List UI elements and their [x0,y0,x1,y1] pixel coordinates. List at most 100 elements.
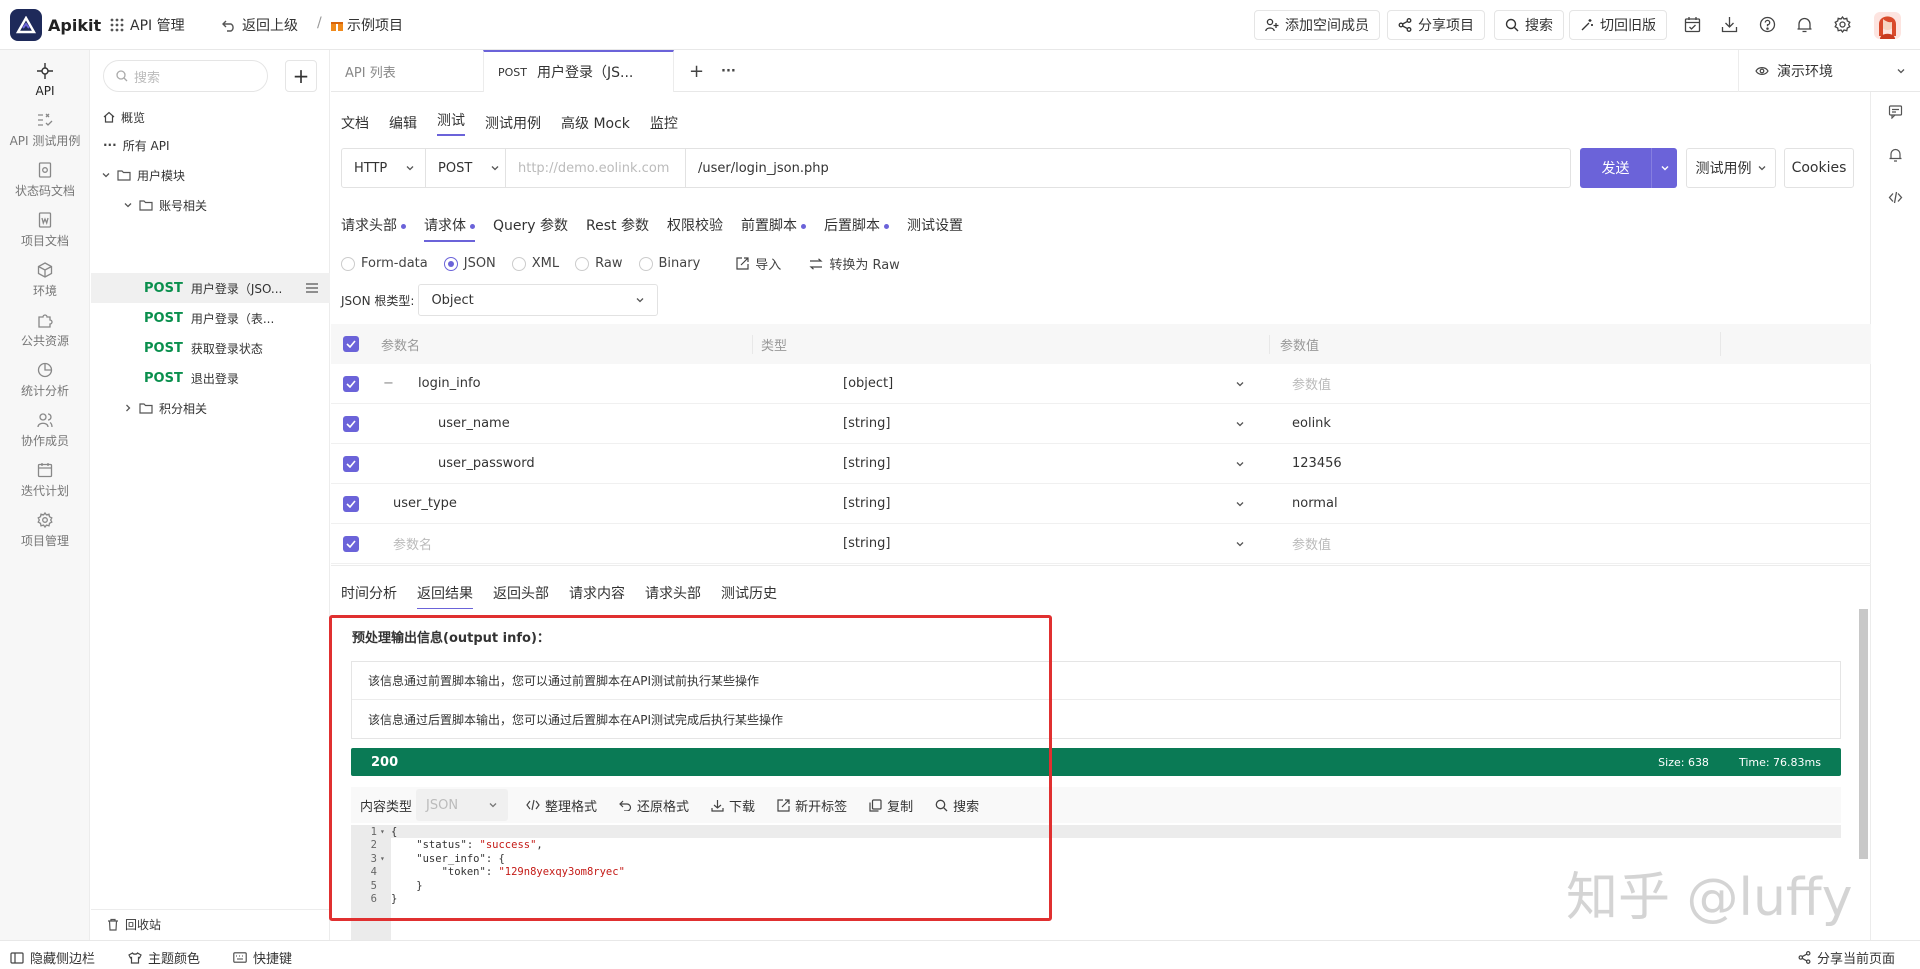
rail-item-project-management[interactable]: 项目管理 [0,512,90,549]
protocol-select[interactable]: HTTP [342,149,426,187]
rail-item-environment[interactable]: 环境 [0,262,90,299]
row-checkbox[interactable] [343,495,359,512]
chevron-down-icon[interactable] [1235,419,1245,429]
row-checkbox[interactable] [343,535,359,552]
environment-select[interactable]: 演示环境 [1738,50,1920,92]
host-input[interactable]: http://demo.eolink.com [506,149,686,187]
json-root-select[interactable]: Object [418,284,659,316]
param-name[interactable]: user_name [438,416,510,431]
rail-item-project-docs[interactable]: 项目文档 [0,212,90,249]
resulttab-response-headers[interactable]: 返回头部 [493,583,549,603]
reqtab-headers[interactable]: 请求头部 [341,215,406,235]
convert-to-raw-button[interactable]: 转换为 Raw [809,254,900,273]
download-icon[interactable] [1721,16,1738,33]
subtab-advanced-mock[interactable]: 高级 Mock [561,113,630,133]
search-response-button[interactable]: 搜索 [935,796,979,815]
copy-button[interactable]: 复制 [869,796,913,815]
param-type[interactable]: [object] [843,376,893,391]
fold-arrow-icon[interactable]: ▾ [377,854,391,863]
radio-json[interactable]: JSON [443,256,496,271]
reqtab-rest[interactable]: Rest 参数 [586,215,649,235]
user-avatar[interactable] [1874,12,1901,39]
fold-arrow-icon[interactable]: ▾ [377,827,391,836]
rail-item-statistics[interactable]: 统计分析 [0,362,90,399]
tab-api-list[interactable]: API 列表 [345,50,396,92]
share-project-button[interactable]: 分享项目 [1387,10,1485,40]
tree-search-input[interactable]: 搜索 [103,60,268,92]
param-value[interactable]: eolink [1292,416,1331,431]
comment-icon[interactable] [1888,104,1903,119]
api-manage-menu[interactable]: API 管理 [110,15,185,35]
chevron-down-icon[interactable] [1235,459,1245,469]
chevron-down-icon[interactable] [1235,499,1245,509]
collapse-minus-icon[interactable]: − [383,376,394,391]
tree-folder-user-module[interactable]: 用户模块 [91,161,330,189]
rail-item-collaborators[interactable]: 协作成员 [0,412,90,449]
rail-item-api[interactable]: API [0,62,90,98]
rail-item-api-test-cases[interactable]: API 测试用例 [0,112,90,149]
resulttab-response[interactable]: 返回结果 [417,583,473,610]
param-type[interactable]: [string] [843,536,890,551]
param-name[interactable]: 参数名 [393,534,432,553]
tree-api-login-form[interactable]: POST 用户登录（表... [91,303,330,333]
download-button[interactable]: 下载 [711,796,755,815]
rail-item-iteration-plan[interactable]: 迭代计划 [0,462,90,499]
param-value[interactable]: 参数值 [1292,374,1331,393]
rail-item-status-code-docs[interactable]: 状态码文档 [0,162,90,199]
param-value[interactable]: 参数值 [1292,534,1331,553]
param-type[interactable]: [string] [843,416,890,431]
select-all-checkbox[interactable] [343,336,359,352]
row-checkbox[interactable] [343,455,359,472]
settings-gear-icon[interactable] [1834,16,1851,33]
subtab-monitor[interactable]: 监控 [650,113,678,133]
tree-item-overview[interactable]: 概览 [91,103,330,131]
resulttab-history[interactable]: 测试历史 [721,583,777,603]
radio-raw[interactable]: Raw [575,256,623,271]
reqtab-auth[interactable]: 权限校验 [667,215,723,235]
add-api-button[interactable]: + [285,60,317,92]
project-breadcrumb[interactable]: 示例项目 [330,15,403,35]
content-type-select[interactable]: JSON [416,789,509,821]
radio-form-data[interactable]: Form-data [341,256,428,271]
chevron-down-icon[interactable] [1235,539,1245,549]
more-tabs-button[interactable]: ··· [721,50,736,92]
param-name[interactable]: user_password [438,456,535,471]
code-icon[interactable] [1888,190,1903,205]
subtab-docs[interactable]: 文档 [341,113,369,133]
param-value[interactable]: 123456 [1292,456,1342,471]
radio-xml[interactable]: XML [511,256,559,271]
subtab-test[interactable]: 测试 [437,110,465,136]
radio-binary[interactable]: Binary [638,256,700,271]
bell-icon[interactable] [1888,147,1903,162]
format-button[interactable]: 整理格式 [526,796,597,815]
help-icon[interactable] [1759,16,1776,33]
param-value[interactable]: normal [1292,496,1338,511]
path-input[interactable]: /user/login_json.php [686,149,1570,187]
switch-old-version-button[interactable]: 切回旧版 [1569,10,1667,40]
param-type[interactable]: [string] [843,496,890,511]
resulttab-time-analysis[interactable]: 时间分析 [341,583,397,603]
rail-item-public-resources[interactable]: 公共资源 [0,312,90,349]
tree-folder-account[interactable]: 账号相关 [91,191,330,219]
share-page-button[interactable]: 分享当前页面 [1798,948,1895,967]
vertical-scrollbar[interactable] [1859,609,1868,859]
send-button[interactable]: 发送 [1580,148,1677,188]
subtab-edit[interactable]: 编辑 [389,113,417,133]
test-case-dropdown[interactable]: 测试用例 [1686,148,1776,188]
resulttab-request-headers[interactable]: 请求头部 [645,583,701,603]
tree-api-login-json[interactable]: POST 用户登录（JSO... [91,273,330,303]
reqtab-test-settings[interactable]: 测试设置 [907,215,963,235]
shortcuts-button[interactable]: 快捷键 [233,948,292,967]
reqtab-pre-script[interactable]: 前置脚本 [741,215,806,235]
chevron-down-icon[interactable] [1235,379,1245,389]
theme-color-button[interactable]: 主题颜色 [128,948,200,967]
cookies-button[interactable]: Cookies [1784,148,1854,188]
reqtab-query[interactable]: Query 参数 [493,215,568,235]
add-tab-button[interactable]: + [689,50,704,92]
reqtab-body[interactable]: 请求体 [424,215,475,242]
back-button[interactable]: 返回上级 [222,15,298,35]
import-button[interactable]: 导入 [736,254,781,273]
tab-current-api[interactable]: POST 用户登录（JS... [483,50,674,92]
restore-format-button[interactable]: 还原格式 [619,796,689,815]
param-name[interactable]: user_type [393,496,457,511]
